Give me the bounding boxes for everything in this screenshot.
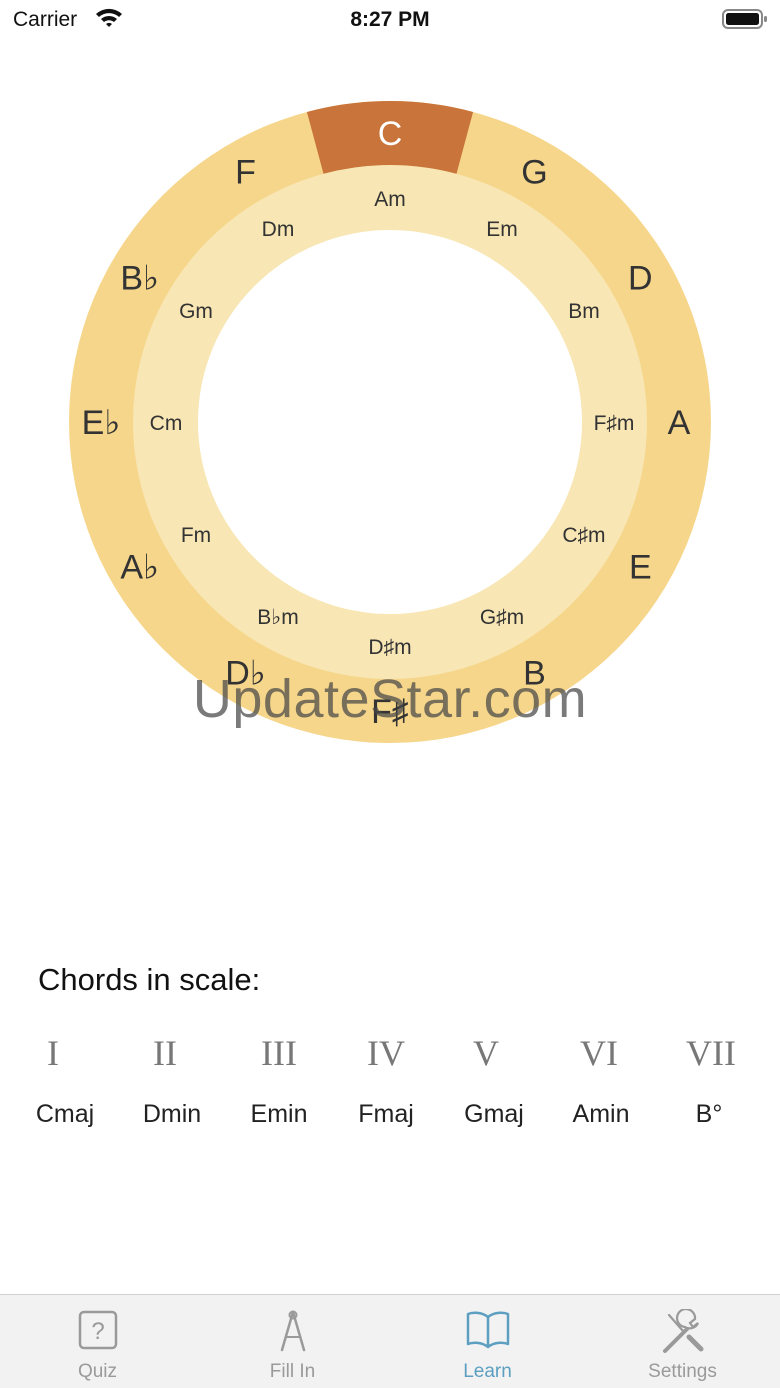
minor-key-cm[interactable]: Cm <box>150 412 183 435</box>
major-key-d-flat[interactable]: D♭ <box>225 654 266 692</box>
scale-degree-numeral: II <box>153 1033 177 1073</box>
wrench-screwdriver-icon <box>585 1307 780 1360</box>
major-key-f[interactable]: F <box>235 154 256 192</box>
tab-learn[interactable]: Learn <box>390 1295 585 1388</box>
scale-chord-name: Emin <box>250 1100 308 1128</box>
book-icon <box>390 1309 585 1354</box>
major-key-e[interactable]: E <box>629 549 652 587</box>
major-key-f-sharp[interactable]: F♯ <box>371 693 409 731</box>
major-key-a-flat[interactable]: A♭ <box>120 549 159 587</box>
tab-settings-label: Settings <box>648 1361 717 1382</box>
minor-key-dm[interactable]: Dm <box>262 218 295 241</box>
major-key-b-flat[interactable]: B♭ <box>120 260 159 298</box>
tab-learn-label: Learn <box>463 1361 512 1382</box>
scale-chord-name: B° <box>695 1100 723 1128</box>
minor-key-gm[interactable]: Gm <box>179 300 213 323</box>
scale-chord-name: Dmin <box>142 1100 202 1128</box>
minor-key-fm[interactable]: Fm <box>181 524 211 547</box>
minor-key-c-sharpm[interactable]: C♯m <box>562 524 605 547</box>
scale-degree-numeral: IV <box>367 1033 405 1073</box>
scale-chord-name: Cmaj <box>35 1100 95 1128</box>
scale-degree-numeral: VII <box>686 1033 736 1073</box>
minor-key-am[interactable]: Am <box>374 188 406 211</box>
question-box-icon: ? <box>0 1309 195 1356</box>
scale-chord-name: Fmaj <box>358 1100 414 1128</box>
circle-center <box>198 230 582 614</box>
scale-degree-numeral: VI <box>580 1033 618 1073</box>
scale-chord-name: Amin <box>572 1100 630 1128</box>
tab-bar: ? Quiz Fill In Learn Settings <box>0 1294 780 1388</box>
tab-quiz[interactable]: ? Quiz <box>0 1295 195 1388</box>
chords-in-scale-title: Chords in scale: <box>38 962 261 997</box>
minor-key-d-sharpm[interactable]: D♯m <box>368 636 411 659</box>
minor-key-bm[interactable]: Bm <box>568 300 600 323</box>
minor-key-em[interactable]: Em <box>486 218 518 241</box>
circle-of-fifths-graphic: C G D A E B F♯ D♭ A♭ E♭ B♭ F Am Em Bm F♯m C♯m G♯m D♯m B♭m Fm… <box>69 101 711 743</box>
tab-fill-in-label: Fill In <box>269 1361 316 1382</box>
major-key-c[interactable]: C <box>378 115 403 153</box>
compass-icon <box>195 1309 390 1358</box>
major-key-g[interactable]: G <box>521 154 547 192</box>
scale-degree-numeral: I <box>47 1033 59 1073</box>
major-key-e-flat[interactable]: E♭ <box>82 404 121 442</box>
major-key-d[interactable]: D <box>628 260 653 298</box>
tab-fill-in[interactable]: Fill In <box>195 1295 390 1388</box>
tab-quiz-label: Quiz <box>77 1361 118 1382</box>
scale-degree-numeral: V <box>473 1033 499 1073</box>
svg-text:?: ? <box>91 1318 104 1345</box>
minor-key-f-sharpm[interactable]: F♯m <box>594 412 635 435</box>
scale-degree-numeral: III <box>261 1033 297 1073</box>
major-key-b[interactable]: B <box>523 654 546 692</box>
scale-chord-name: Gmaj <box>464 1100 524 1128</box>
major-key-a[interactable]: A <box>668 404 691 442</box>
tab-settings[interactable]: Settings <box>585 1295 780 1388</box>
circle-of-fifths: C G D A E B F♯ D♭ A♭ E♭ B♭ F Am Em Bm F♯m C♯m G♯m D♯m B♭m Fm… <box>0 0 780 800</box>
minor-key-g-sharpm[interactable]: G♯m <box>480 606 524 629</box>
minor-key-b-flatm[interactable]: B♭m <box>257 606 298 629</box>
